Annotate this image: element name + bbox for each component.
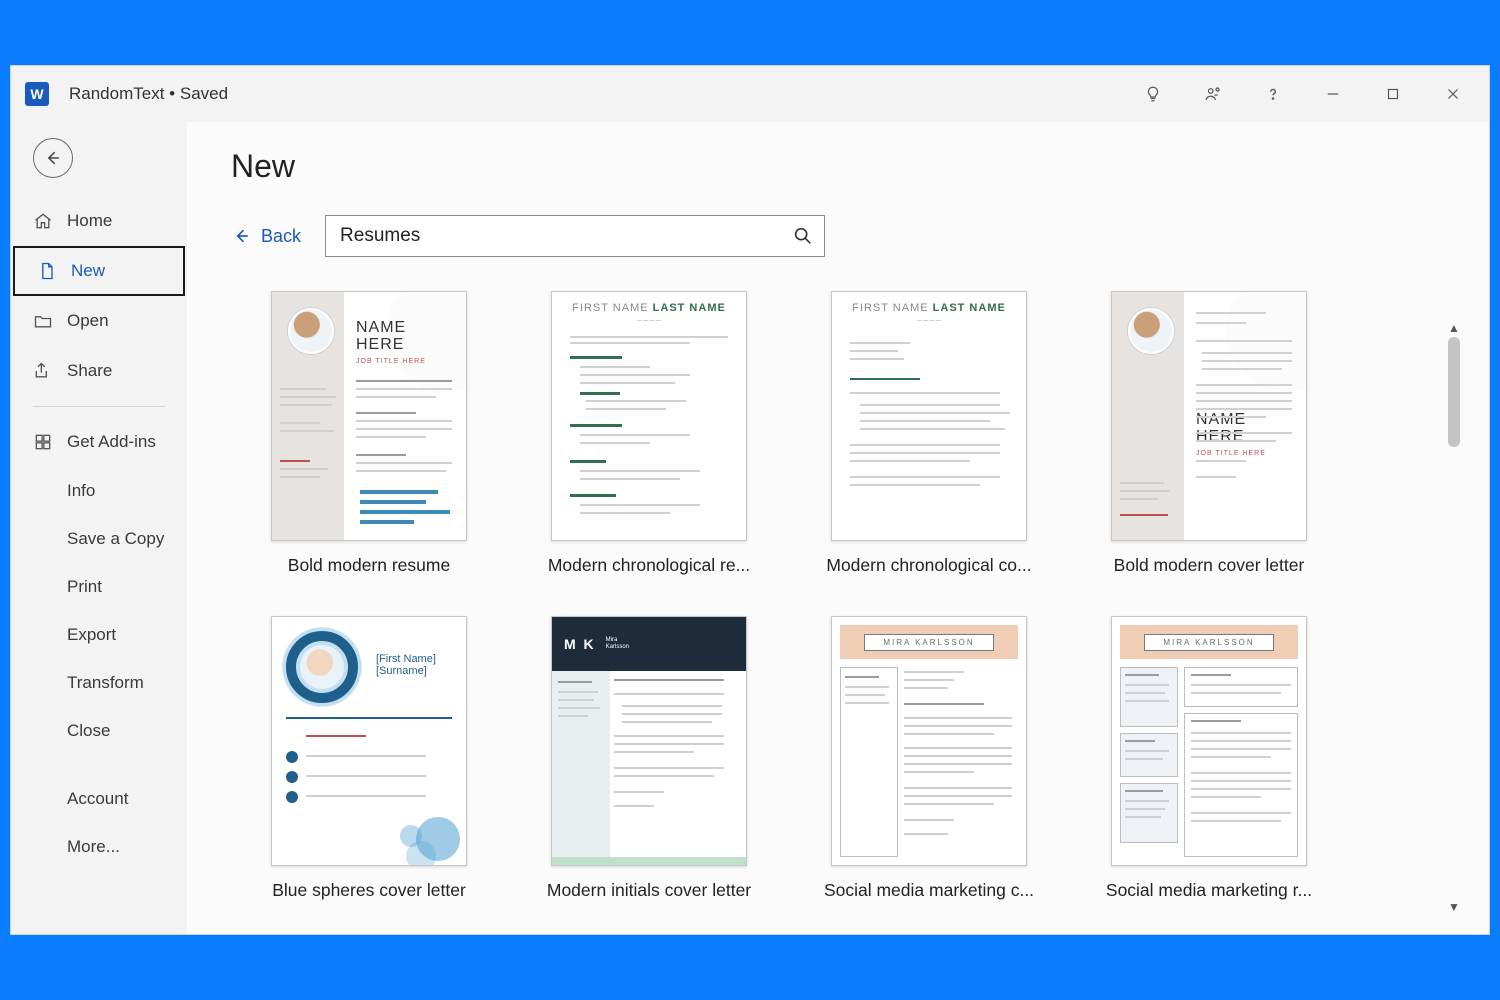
back-label: Back <box>261 226 301 247</box>
template-thumbnail: M KMira Karlsson <box>551 616 747 866</box>
help-icon[interactable] <box>1243 66 1303 122</box>
sidebar-item-label: Open <box>67 311 109 331</box>
sidebar-item-label: Home <box>67 211 112 231</box>
search-back-button[interactable]: Back <box>231 226 301 247</box>
addins-icon <box>33 432 53 452</box>
template-thumbnail: FIRST NAME LAST NAME — — — — <box>551 291 747 541</box>
template-gallery: NAME HERE JOB TITLE HERE <box>231 291 1469 901</box>
template-thumbnail: MIRA KARLSSON <box>831 616 1027 866</box>
sidebar-item-home[interactable]: Home <box>11 196 187 246</box>
template-thumbnail: NAME HERE JOB TITLE HERE <box>271 291 467 541</box>
folder-icon <box>33 311 53 331</box>
sidebar-item-addins[interactable]: Get Add-ins <box>11 417 187 467</box>
search-box <box>325 215 825 257</box>
document-name: RandomText <box>69 84 164 103</box>
template-label: Modern initials cover letter <box>541 880 757 901</box>
close-button[interactable] <box>1423 66 1483 122</box>
sidebar-item-share[interactable]: Share <box>11 346 187 396</box>
template-thumbnail: [First Name] [Surname] <box>271 616 467 866</box>
sidebar-item-more[interactable]: More... <box>11 823 187 871</box>
titlebar: W RandomText • Saved <box>11 66 1489 122</box>
page-title: New <box>231 148 1469 185</box>
scroll-down-icon[interactable]: ▼ <box>1445 900 1463 914</box>
share-icon <box>33 361 53 381</box>
sidebar-item-new[interactable]: New <box>13 246 185 296</box>
tips-icon[interactable] <box>1123 66 1183 122</box>
scroll-up-icon[interactable]: ▲ <box>1445 321 1463 335</box>
sidebar-item-export[interactable]: Export <box>11 611 187 659</box>
sidebar-item-label: Share <box>67 361 112 381</box>
backstage-sidebar: Home New Open Share <box>11 122 187 934</box>
home-icon <box>33 211 53 231</box>
template-social-media-marketing-resume[interactable]: MIRA KARLSSON <box>1101 616 1317 901</box>
template-label: Modern chronological co... <box>821 555 1037 576</box>
vertical-scrollbar[interactable]: ▲ ▼ <box>1445 321 1463 914</box>
app-window: W RandomText • Saved <box>10 65 1490 935</box>
template-blue-spheres-cover-letter[interactable]: [First Name] [Surname] Blue spheres cove… <box>261 616 477 901</box>
template-thumbnail: MIRA KARLSSON <box>1111 616 1307 866</box>
sidebar-item-account[interactable]: Account <box>11 775 187 823</box>
document-icon <box>37 261 57 281</box>
search-row: Back <box>231 215 1469 257</box>
template-modern-initials-cover-letter[interactable]: M KMira Karlsson <box>541 616 757 901</box>
template-modern-chronological-resume[interactable]: FIRST NAME LAST NAME — — — — <box>541 291 757 576</box>
main-panel: New Back <box>187 122 1489 934</box>
back-button[interactable] <box>33 138 73 178</box>
sidebar-item-info[interactable]: Info <box>11 467 187 515</box>
template-label: Modern chronological re... <box>541 555 757 576</box>
template-social-media-marketing-cover[interactable]: MIRA KARLSSON <box>821 616 1037 901</box>
word-app-icon: W <box>25 82 49 106</box>
template-label: Blue spheres cover letter <box>261 880 477 901</box>
template-label: Bold modern cover letter <box>1101 555 1317 576</box>
sidebar-item-label: New <box>71 261 105 281</box>
maximize-button[interactable] <box>1363 66 1423 122</box>
search-input[interactable] <box>340 225 792 247</box>
template-label: Bold modern resume <box>261 555 477 576</box>
sidebar-item-label: Get Add-ins <box>67 432 156 452</box>
account-icon[interactable] <box>1183 66 1243 122</box>
template-label: Social media marketing r... <box>1101 880 1317 901</box>
document-title: RandomText • Saved <box>69 84 228 104</box>
sidebar-item-open[interactable]: Open <box>11 296 187 346</box>
sidebar-item-close[interactable]: Close <box>11 707 187 755</box>
template-thumbnail: NAME HERE JOB TITLE HERE <box>1111 291 1307 541</box>
template-modern-chronological-cover[interactable]: FIRST NAME LAST NAME — — — — <box>821 291 1037 576</box>
search-icon[interactable] <box>792 225 814 247</box>
template-bold-modern-resume[interactable]: NAME HERE JOB TITLE HERE <box>261 291 477 576</box>
template-label: Social media marketing c... <box>821 880 1037 901</box>
sidebar-separator <box>33 406 165 407</box>
scroll-thumb[interactable] <box>1448 337 1460 447</box>
sidebar-item-transform[interactable]: Transform <box>11 659 187 707</box>
template-bold-modern-cover-letter[interactable]: NAME HERE JOB TITLE HERE <box>1101 291 1317 576</box>
minimize-button[interactable] <box>1303 66 1363 122</box>
sidebar-item-print[interactable]: Print <box>11 563 187 611</box>
template-thumbnail: FIRST NAME LAST NAME — — — — <box>831 291 1027 541</box>
save-state: Saved <box>180 84 228 103</box>
sidebar-item-saveacopy[interactable]: Save a Copy <box>11 515 187 563</box>
